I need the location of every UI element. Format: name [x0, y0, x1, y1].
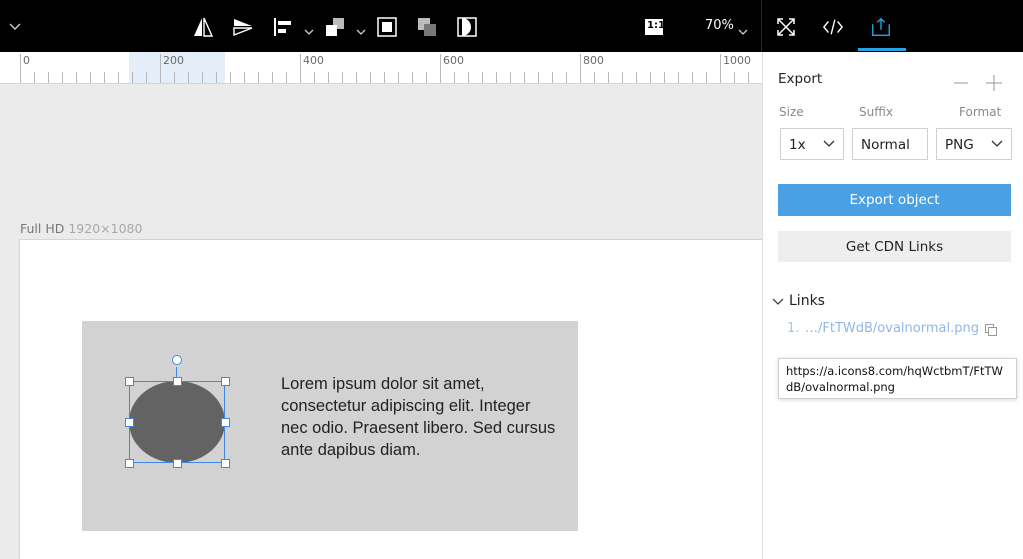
- ruler-label: 1000: [723, 54, 751, 67]
- copy-icon[interactable]: [984, 322, 998, 336]
- export-icon[interactable]: [870, 16, 892, 38]
- resize-handle[interactable]: [221, 459, 230, 468]
- content-group[interactable]: Lorem ipsum dolor sit amet, consectetur …: [82, 321, 578, 531]
- ruler-label: 400: [303, 54, 324, 67]
- ruler-label: 800: [583, 54, 604, 67]
- actual-size-icon[interactable]: 1:1: [643, 16, 665, 38]
- chevron-down-icon[interactable]: [4, 16, 26, 38]
- format-value: PNG: [945, 137, 974, 153]
- ruler-ticks: [20, 54, 749, 83]
- link-tooltip: https://a.icons8.com/hqWctbmT/FtTWdB/ova…: [778, 358, 1017, 399]
- export-object-button[interactable]: Export object: [778, 184, 1011, 216]
- active-tab-indicator: [858, 48, 906, 51]
- artboard-name: Full HD: [20, 221, 65, 236]
- design-canvas[interactable]: Full HD 1920×1080 Lorem ipsum dolor sit …: [0, 85, 762, 559]
- rotation-handle[interactable]: [172, 355, 182, 365]
- text-layer[interactable]: Lorem ipsum dolor sit amet, consectetur …: [281, 373, 561, 461]
- flip-vertical-icon[interactable]: [232, 16, 254, 38]
- ruler-label: 200: [163, 54, 184, 67]
- align-left-icon[interactable]: [272, 16, 294, 38]
- selection-box: [129, 381, 225, 463]
- resize-handle[interactable]: [125, 418, 134, 427]
- resize-handle[interactable]: [221, 377, 230, 386]
- export-panel: Export Size Suffix Format 1x Normal PNG …: [762, 52, 1023, 559]
- get-cdn-links-button[interactable]: Get CDN Links: [778, 231, 1011, 262]
- chevron-down-icon[interactable]: [304, 22, 314, 35]
- frame-icon[interactable]: [376, 16, 398, 38]
- panel-title: Export: [778, 71, 823, 87]
- size-value: 1x: [789, 137, 806, 153]
- format-label: Format: [959, 105, 1002, 119]
- links-section-label[interactable]: Links: [789, 293, 825, 309]
- artboard-size: 1920×1080: [68, 221, 143, 236]
- size-label: Size: [779, 105, 804, 119]
- resize-handle[interactable]: [125, 459, 134, 468]
- suffix-value: Normal: [861, 137, 910, 153]
- format-select[interactable]: PNG: [936, 128, 1012, 160]
- top-toolbar: 1:1 70%: [0, 0, 1023, 52]
- suffix-input[interactable]: Normal: [852, 128, 928, 160]
- zoom-level[interactable]: 70%: [705, 18, 734, 33]
- toolbar-divider: [761, 0, 762, 52]
- resize-handle[interactable]: [173, 377, 182, 386]
- size-select[interactable]: 1x: [780, 128, 844, 160]
- artboard[interactable]: Lorem ipsum dolor sit amet, consectetur …: [19, 239, 762, 559]
- ruler-label: 600: [443, 54, 464, 67]
- fit-screen-icon[interactable]: [775, 16, 797, 38]
- chevron-down-icon[interactable]: [738, 22, 748, 35]
- add-export-icon[interactable]: [985, 74, 1003, 92]
- chevron-down-icon[interactable]: [771, 294, 785, 308]
- code-icon[interactable]: [822, 16, 844, 38]
- horizontal-ruler[interactable]: 0 200 400 600 800 1000: [0, 52, 762, 84]
- resize-handle[interactable]: [173, 459, 182, 468]
- chevron-down-icon: [823, 140, 835, 147]
- artboard-label[interactable]: Full HD 1920×1080: [20, 221, 142, 236]
- ruler-label: 0: [23, 54, 30, 67]
- resize-handle[interactable]: [125, 377, 134, 386]
- remove-export-icon[interactable]: [953, 75, 969, 91]
- arrange-icon[interactable]: [324, 16, 346, 38]
- actual-size-label: 1:1: [647, 20, 665, 31]
- contrast-icon[interactable]: [456, 16, 478, 38]
- suffix-label: Suffix: [859, 105, 893, 119]
- chevron-down-icon[interactable]: [356, 22, 366, 35]
- resize-handle[interactable]: [221, 418, 230, 427]
- flip-horizontal-icon[interactable]: [192, 16, 214, 38]
- mask-icon[interactable]: [416, 16, 438, 38]
- cdn-link[interactable]: …/FtTWdB/ovalnormal.png: [805, 321, 979, 336]
- chevron-down-icon: [991, 140, 1003, 147]
- link-index: 1.: [787, 321, 800, 336]
